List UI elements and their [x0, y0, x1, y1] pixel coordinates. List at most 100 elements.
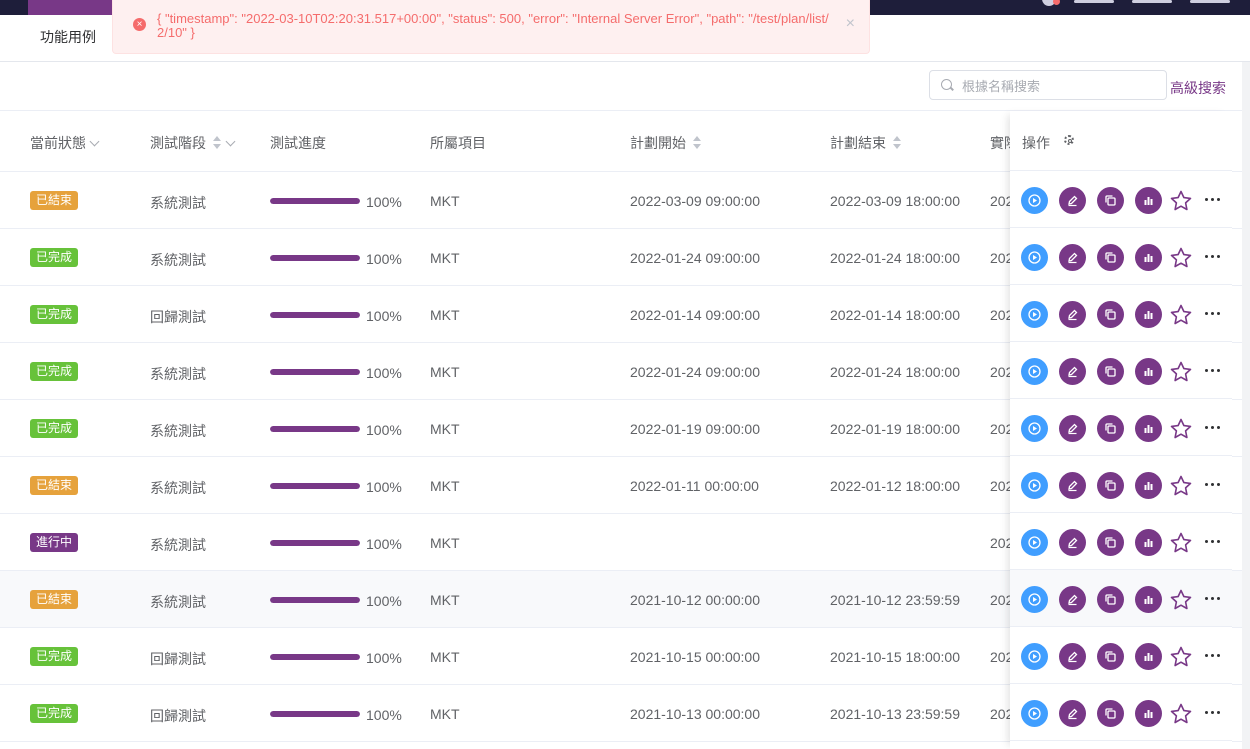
copy-button[interactable] — [1097, 358, 1124, 385]
copy-icon — [1105, 309, 1116, 320]
progress-bar-fill — [270, 597, 360, 603]
actions-column-header: 操作 — [1010, 111, 1232, 171]
star-icon[interactable] — [1169, 417, 1193, 441]
search-icon — [941, 79, 952, 90]
subnav-tab-functional-cases[interactable]: 功能用例 — [40, 27, 96, 47]
actions-row — [1010, 228, 1232, 285]
run-button[interactable] — [1021, 529, 1048, 556]
sort-icon[interactable] — [692, 136, 702, 150]
edit-icon — [1068, 252, 1078, 264]
stage-cell: 回歸測試 — [150, 651, 206, 667]
report-button[interactable] — [1135, 529, 1162, 556]
more-icon[interactable] — [1205, 483, 1221, 487]
edit-button[interactable] — [1059, 301, 1086, 328]
top-nav-item[interactable] — [1074, 0, 1114, 3]
report-button[interactable] — [1135, 643, 1162, 670]
top-nav-active-tab[interactable] — [28, 0, 112, 15]
run-button[interactable] — [1021, 244, 1048, 271]
error-alert: × { "timestamp": "2022-03-10T02:20:31.51… — [112, 0, 870, 54]
copy-button[interactable] — [1097, 643, 1124, 670]
star-icon[interactable] — [1169, 360, 1193, 384]
run-button[interactable] — [1021, 472, 1048, 499]
edit-button[interactable] — [1059, 187, 1086, 214]
edit-button[interactable] — [1059, 415, 1086, 442]
edit-button[interactable] — [1059, 529, 1086, 556]
bell-icon[interactable] — [1042, 0, 1060, 6]
copy-button[interactable] — [1097, 472, 1124, 499]
column-header-status[interactable]: 當前狀態 — [30, 133, 100, 153]
search-input[interactable] — [960, 71, 1164, 101]
top-nav-item[interactable] — [1190, 0, 1230, 3]
copy-button[interactable] — [1097, 187, 1124, 214]
edit-button[interactable] — [1059, 244, 1086, 271]
report-button[interactable] — [1135, 586, 1162, 613]
advanced-search-link[interactable]: 高級搜索 — [1170, 78, 1226, 98]
report-button[interactable] — [1135, 301, 1162, 328]
star-icon[interactable] — [1169, 246, 1193, 270]
test-plan-card: 高級搜索 當前狀態 測試階段 測試進度 所屬項目 計劃開始 計劃結束 實際 已結… — [0, 62, 1242, 749]
star-icon[interactable] — [1169, 588, 1193, 612]
edit-button[interactable] — [1059, 358, 1086, 385]
column-header-stage[interactable]: 測試階段 — [150, 133, 236, 153]
report-button[interactable] — [1135, 472, 1162, 499]
run-button[interactable] — [1021, 358, 1048, 385]
edit-button[interactable] — [1059, 700, 1086, 727]
star-icon[interactable] — [1169, 189, 1193, 213]
edit-button[interactable] — [1059, 472, 1086, 499]
plan-start-cell: 2022-01-11 00:00:00 — [630, 478, 759, 494]
more-icon[interactable] — [1205, 597, 1221, 601]
stage-cell: 系統測試 — [150, 195, 206, 211]
plan-end-cell: 2022-01-19 18:00:00 — [830, 421, 960, 437]
copy-button[interactable] — [1097, 586, 1124, 613]
report-button[interactable] — [1135, 358, 1162, 385]
column-header-plan-start[interactable]: 計劃開始 — [630, 133, 702, 153]
star-icon[interactable] — [1169, 702, 1193, 726]
more-icon[interactable] — [1205, 255, 1221, 259]
report-button[interactable] — [1135, 187, 1162, 214]
copy-button[interactable] — [1097, 700, 1124, 727]
star-icon[interactable] — [1169, 303, 1193, 327]
report-button[interactable] — [1135, 244, 1162, 271]
gear-icon[interactable] — [1064, 135, 1074, 145]
report-button[interactable] — [1135, 700, 1162, 727]
report-button[interactable] — [1135, 415, 1162, 442]
more-icon[interactable] — [1205, 369, 1221, 373]
actions-row — [1010, 399, 1232, 456]
more-icon[interactable] — [1205, 540, 1221, 544]
copy-button[interactable] — [1097, 415, 1124, 442]
star-icon[interactable] — [1169, 474, 1193, 498]
run-button[interactable] — [1021, 586, 1048, 613]
chevron-down-icon[interactable] — [89, 136, 100, 147]
column-header-plan-end[interactable]: 計劃結束 — [830, 133, 902, 153]
run-button[interactable] — [1021, 415, 1048, 442]
sort-icon[interactable] — [892, 136, 902, 150]
copy-button[interactable] — [1097, 244, 1124, 271]
project-cell: MKT — [430, 364, 460, 380]
edit-button[interactable] — [1059, 643, 1086, 670]
stage-cell: 系統測試 — [150, 480, 206, 496]
progress-text: 100% — [366, 308, 402, 324]
run-button[interactable] — [1021, 700, 1048, 727]
copy-button[interactable] — [1097, 301, 1124, 328]
chevron-down-icon[interactable] — [225, 136, 236, 147]
edit-button[interactable] — [1059, 586, 1086, 613]
more-icon[interactable] — [1205, 654, 1221, 658]
copy-button[interactable] — [1097, 529, 1124, 556]
more-icon[interactable] — [1205, 312, 1221, 316]
more-icon[interactable] — [1205, 426, 1221, 430]
star-icon[interactable] — [1169, 645, 1193, 669]
sort-icon[interactable] — [212, 136, 222, 150]
run-button[interactable] — [1021, 187, 1048, 214]
run-button[interactable] — [1021, 643, 1048, 670]
more-icon[interactable] — [1205, 198, 1221, 202]
top-nav-item[interactable] — [1132, 0, 1172, 3]
stage-cell: 系統測試 — [150, 366, 206, 382]
progress-bar-fill — [270, 483, 360, 489]
close-icon[interactable]: × — [846, 16, 855, 32]
more-icon[interactable] — [1205, 711, 1221, 715]
copy-icon — [1105, 537, 1116, 548]
progress-bar-fill — [270, 312, 360, 318]
star-icon[interactable] — [1169, 531, 1193, 555]
progress-text: 100% — [366, 650, 402, 666]
run-button[interactable] — [1021, 301, 1048, 328]
